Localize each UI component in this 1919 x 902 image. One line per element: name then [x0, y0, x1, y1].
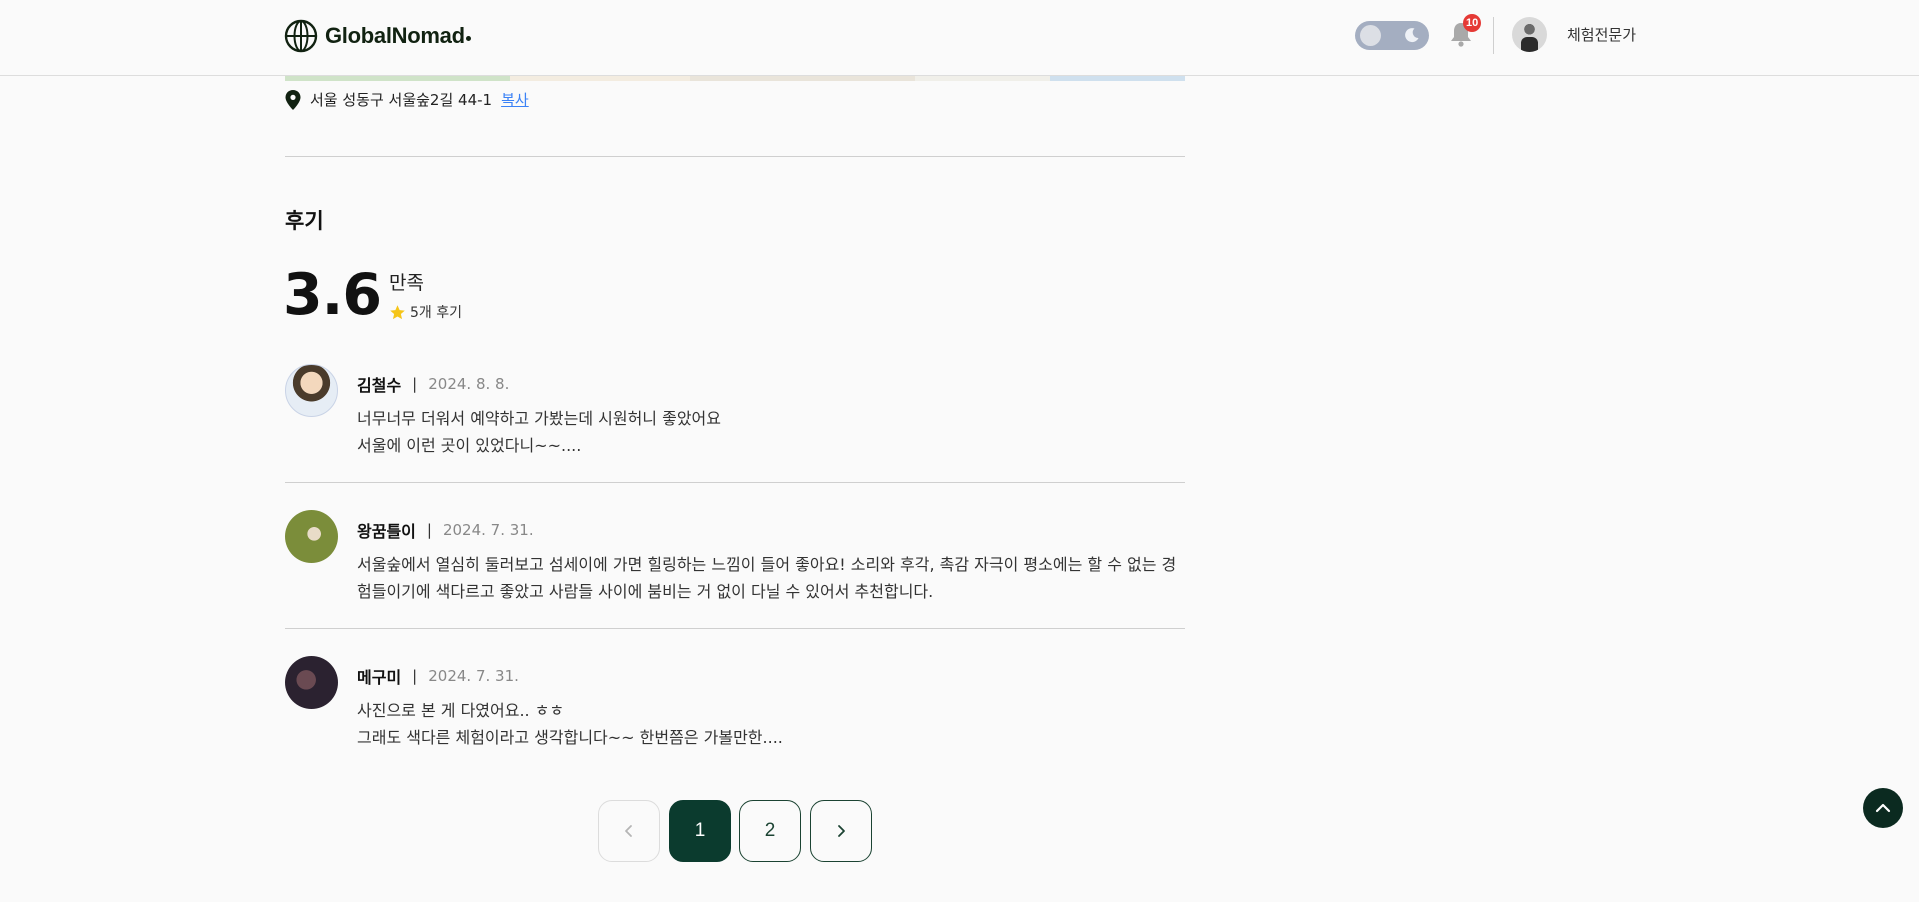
review-count: 5개 후기	[410, 305, 462, 321]
copy-address-link[interactable]: 복사	[501, 89, 529, 110]
review-line: 그래도 색다른 체험이라고 생각합니다~~ 한번쯤은 가볼만한....	[357, 728, 783, 747]
pagination-prev-button[interactable]	[598, 800, 660, 862]
review-divider	[285, 628, 1185, 629]
chevron-left-icon	[625, 825, 632, 837]
brand-logo[interactable]: GlobalNomad	[284, 19, 471, 53]
notification-badge: 10	[1463, 14, 1482, 32]
section-divider	[285, 156, 1185, 157]
review-line: 너무너무 더워서 예약하고 가봤는데 시원허니 좋았어요	[357, 409, 721, 428]
review-line: 사진으로 본 게 다였어요.. ㅎㅎ	[357, 701, 565, 720]
chevron-right-icon	[838, 825, 845, 837]
review-header: 김철수 | 2024. 8. 8.	[357, 372, 509, 396]
top-header: GlobalNomad 10 체험전문가	[0, 0, 1919, 76]
reviews-title: 후기	[285, 209, 324, 233]
address-row: 서울 성동구 서울숲2길 44-1 복사	[285, 89, 529, 110]
review-separator: |	[412, 375, 418, 393]
review-date: 2024. 7. 31.	[428, 667, 519, 685]
reviewer-name: 메구미	[357, 668, 402, 687]
reviewer-avatar	[285, 656, 338, 709]
pagination-page-1[interactable]: 1	[669, 800, 731, 862]
rating-score: 3.6	[283, 262, 382, 328]
review-separator: |	[426, 521, 432, 539]
review-header: 메구미 | 2024. 7. 31.	[357, 664, 519, 688]
review-date: 2024. 7. 31.	[442, 521, 534, 539]
review-divider	[285, 482, 1185, 483]
moon-icon	[1405, 28, 1419, 43]
review-date: 2024. 8. 8.	[428, 375, 510, 393]
review-separator: |	[412, 667, 418, 685]
username[interactable]: 체험전문가	[1567, 24, 1636, 45]
theme-toggle[interactable]	[1355, 21, 1429, 50]
brand-name: GlobalNomad	[325, 23, 465, 48]
review-content: 서울숲에서 열심히 둘러보고 섬세이에 가면 힐링하는 느낌이 들어 좋아요! …	[357, 551, 1187, 605]
globe-icon	[284, 19, 318, 53]
reviewer-name: 김철수	[357, 376, 402, 395]
rating-count: 5개 후기	[389, 302, 462, 322]
address-text: 서울 성동구 서울숲2길 44-1	[310, 91, 493, 109]
review-content: 너무너무 더워서 예약하고 가봤는데 시원허니 좋았어요 서울에 이런 곳이 있…	[357, 405, 1187, 459]
review-line: 서울숲에서 열심히 둘러보고 섬세이에 가면 힐링하는 느낌이 들어 좋아요! …	[357, 555, 1177, 574]
pagination-next-button[interactable]	[810, 800, 872, 862]
review-header: 왕꿈틀이 | 2024. 7. 31.	[357, 518, 534, 542]
pagination-page-2[interactable]: 2	[739, 800, 801, 862]
review-line: 험들이기에 색다르고 좋았고 사람들 사이에 붐비는 거 없이 다닐 수 있어서…	[357, 582, 934, 601]
reviewer-name: 왕꿈틀이	[357, 522, 416, 541]
review-content: 사진으로 본 게 다였어요.. ㅎㅎ 그래도 색다른 체험이라고 생각합니다~~…	[357, 697, 1187, 751]
chevron-up-icon	[1875, 803, 1891, 813]
scroll-top-button[interactable]	[1863, 788, 1903, 828]
user-avatar[interactable]	[1512, 17, 1547, 52]
star-icon	[390, 304, 405, 319]
brand-dot	[465, 35, 471, 41]
map-image[interactable]	[285, 76, 1185, 81]
header-divider	[1493, 17, 1494, 54]
reviewer-avatar	[285, 364, 338, 417]
review-line: 서울에 이런 곳이 있었다니~~....	[357, 436, 582, 455]
reviewer-avatar	[285, 510, 338, 563]
rating-label: 만족	[389, 272, 424, 294]
toggle-knob	[1360, 25, 1381, 46]
map-pin-icon	[285, 89, 301, 110]
